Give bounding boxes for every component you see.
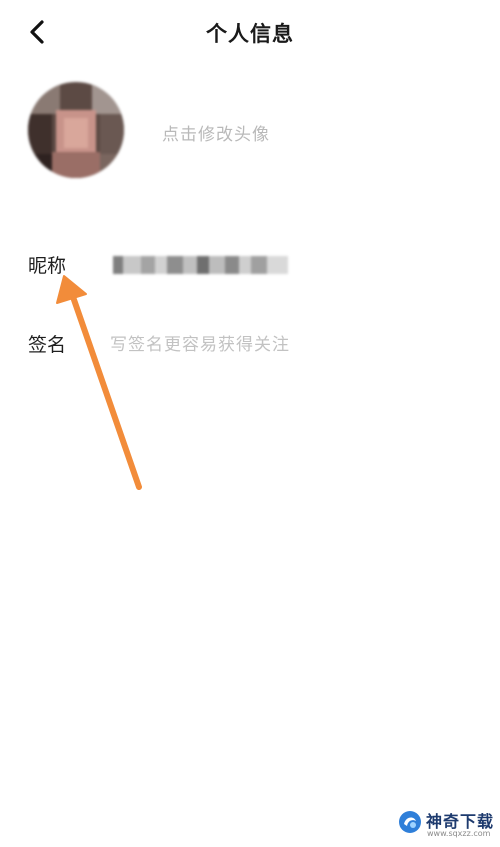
top-nav-bar: 个人信息 <box>0 0 500 66</box>
avatar[interactable] <box>28 82 124 178</box>
signature-row: 签名 <box>28 325 478 365</box>
page-title: 个人信息 <box>206 22 294 46</box>
signature-label: 签名 <box>28 334 67 356</box>
change-avatar-hint: 点击修改头像 <box>162 125 270 145</box>
nickname-row[interactable]: 昵称 <box>28 246 478 286</box>
signature-input[interactable] <box>110 325 430 365</box>
watermark-url: www.sqxzz.com <box>427 829 491 838</box>
watermark: 神奇下载 www.sqxzz.com <box>398 806 498 842</box>
sqxzz-logo-icon <box>399 811 421 833</box>
nickname-label: 昵称 <box>28 255 67 277</box>
change-avatar-row[interactable]: 点击修改头像 <box>24 82 484 182</box>
nickname-value-blurred[interactable] <box>113 252 288 278</box>
